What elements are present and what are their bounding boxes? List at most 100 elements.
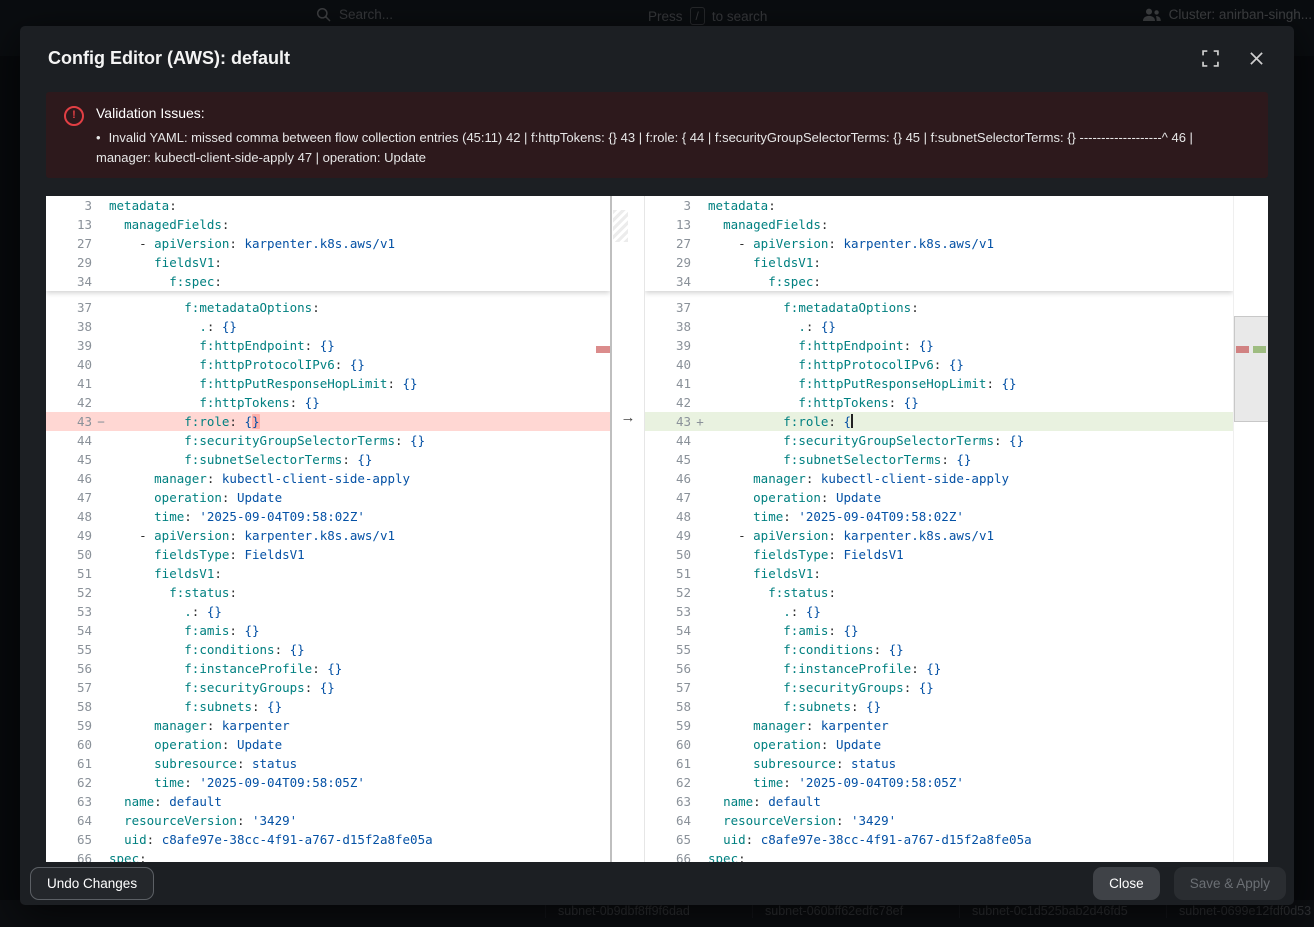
code-line-61[interactable]: 61 subresource: status: [46, 754, 610, 773]
code-line-60[interactable]: 60 operation: Update: [46, 735, 610, 754]
code-line-43[interactable]: 43− f:role: {}: [46, 412, 610, 431]
left-overview-ruler[interactable]: [596, 196, 610, 862]
code-line-66[interactable]: 66spec:: [645, 849, 1233, 862]
code-line-56[interactable]: 56 f:instanceProfile: {}: [645, 659, 1233, 678]
code-line-39[interactable]: 39 f:httpEndpoint: {}: [645, 336, 1233, 355]
close-footer-button[interactable]: Close: [1093, 867, 1160, 900]
line-text: f:securityGroupSelectorTerms: {}: [708, 431, 1233, 450]
line-text: - apiVersion: karpenter.k8s.aws/v1: [109, 526, 610, 545]
code-line-66[interactable]: 66spec:: [46, 849, 610, 862]
code-line-50[interactable]: 50 fieldsType: FieldsV1: [645, 545, 1233, 564]
code-line-58[interactable]: 58 f:subnets: {}: [46, 697, 610, 716]
original-pane[interactable]: 3metadata:13 managedFields:27 - apiVersi…: [46, 196, 610, 862]
code-line-51[interactable]: 51 fieldsV1:: [645, 564, 1233, 583]
line-number: 66: [645, 849, 692, 862]
line-text: f:status:: [109, 583, 610, 602]
save-apply-button[interactable]: Save & Apply: [1174, 867, 1286, 900]
code-line-49[interactable]: 49 - apiVersion: karpenter.k8s.aws/v1: [46, 526, 610, 545]
code-line-29[interactable]: 29 fieldsV1:: [46, 253, 610, 272]
code-line-47[interactable]: 47 operation: Update: [645, 488, 1233, 507]
code-line-53[interactable]: 53 .: {}: [46, 602, 610, 621]
code-line-13[interactable]: 13 managedFields:: [46, 215, 610, 234]
line-number: 42: [46, 393, 93, 412]
line-text: metadata:: [109, 196, 610, 215]
code-line-49[interactable]: 49 - apiVersion: karpenter.k8s.aws/v1: [645, 526, 1233, 545]
code-line-34[interactable]: 34 f:spec:: [46, 272, 610, 291]
expand-button[interactable]: [1200, 48, 1221, 69]
code-line-29[interactable]: 29 fieldsV1:: [645, 253, 1233, 272]
line-number: 41: [645, 374, 692, 393]
code-line-37[interactable]: 37 f:metadataOptions:: [46, 298, 610, 317]
code-line-45[interactable]: 45 f:subnetSelectorTerms: {}: [46, 450, 610, 469]
overview-ruler[interactable]: [1233, 196, 1268, 862]
line-text: - apiVersion: karpenter.k8s.aws/v1: [109, 234, 610, 253]
code-line-48[interactable]: 48 time: '2025-09-04T09:58:02Z': [46, 507, 610, 526]
code-line-63[interactable]: 63 name: default: [46, 792, 610, 811]
code-line-62[interactable]: 62 time: '2025-09-04T09:58:05Z': [46, 773, 610, 792]
code-line-44[interactable]: 44 f:securityGroupSelectorTerms: {}: [46, 431, 610, 450]
code-line-46[interactable]: 46 manager: kubectl-client-side-apply: [46, 469, 610, 488]
code-line-57[interactable]: 57 f:securityGroups: {}: [645, 678, 1233, 697]
close-button[interactable]: [1247, 49, 1266, 68]
code-line-50[interactable]: 50 fieldsType: FieldsV1: [46, 545, 610, 564]
diff-sign: [93, 697, 109, 716]
code-line-54[interactable]: 54 f:amis: {}: [46, 621, 610, 640]
code-line-64[interactable]: 64 resourceVersion: '3429': [46, 811, 610, 830]
code-line-37[interactable]: 37 f:metadataOptions:: [645, 298, 1233, 317]
code-line-38[interactable]: 38 .: {}: [46, 317, 610, 336]
line-number: 45: [645, 450, 692, 469]
diff-sign: [692, 196, 708, 215]
code-line-61[interactable]: 61 subresource: status: [645, 754, 1233, 773]
code-line-42[interactable]: 42 f:httpTokens: {}: [46, 393, 610, 412]
code-line-13[interactable]: 13 managedFields:: [645, 215, 1233, 234]
code-line-41[interactable]: 41 f:httpPutResponseHopLimit: {}: [46, 374, 610, 393]
code-line-45[interactable]: 45 f:subnetSelectorTerms: {}: [645, 450, 1233, 469]
code-line-52[interactable]: 52 f:status:: [46, 583, 610, 602]
code-line-3[interactable]: 3metadata:: [46, 196, 610, 215]
line-text: f:httpProtocolIPv6: {}: [708, 355, 1233, 374]
code-line-60[interactable]: 60 operation: Update: [645, 735, 1233, 754]
code-line-65[interactable]: 65 uid: c8afe97e-38cc-4f91-a767-d15f2a8f…: [46, 830, 610, 849]
code-line-52[interactable]: 52 f:status:: [645, 583, 1233, 602]
code-line-59[interactable]: 59 manager: karpenter: [46, 716, 610, 735]
code-line-39[interactable]: 39 f:httpEndpoint: {}: [46, 336, 610, 355]
code-line-43[interactable]: 43+ f:role: {: [645, 412, 1233, 431]
code-line-46[interactable]: 46 manager: kubectl-client-side-apply: [645, 469, 1233, 488]
code-line-40[interactable]: 40 f:httpProtocolIPv6: {}: [46, 355, 610, 374]
code-line-27[interactable]: 27 - apiVersion: karpenter.k8s.aws/v1: [645, 234, 1233, 253]
code-line-41[interactable]: 41 f:httpPutResponseHopLimit: {}: [645, 374, 1233, 393]
undo-changes-button[interactable]: Undo Changes: [30, 867, 154, 900]
code-line-62[interactable]: 62 time: '2025-09-04T09:58:05Z': [645, 773, 1233, 792]
code-line-64[interactable]: 64 resourceVersion: '3429': [645, 811, 1233, 830]
code-line-57[interactable]: 57 f:securityGroups: {}: [46, 678, 610, 697]
code-line-27[interactable]: 27 - apiVersion: karpenter.k8s.aws/v1: [46, 234, 610, 253]
code-line-59[interactable]: 59 manager: karpenter: [645, 716, 1233, 735]
modified-pane[interactable]: 3metadata:13 managedFields:27 - apiVersi…: [645, 196, 1233, 862]
diff-sign: [93, 602, 109, 621]
code-line-3[interactable]: 3metadata:: [645, 196, 1233, 215]
overview-ruler-slider[interactable]: [1234, 316, 1268, 422]
diff-sign: [93, 792, 109, 811]
code-line-34[interactable]: 34 f:spec:: [645, 272, 1233, 291]
code-line-56[interactable]: 56 f:instanceProfile: {}: [46, 659, 610, 678]
code-line-54[interactable]: 54 f:amis: {}: [645, 621, 1233, 640]
code-line-40[interactable]: 40 f:httpProtocolIPv6: {}: [645, 355, 1233, 374]
code-line-38[interactable]: 38 .: {}: [645, 317, 1233, 336]
code-line-53[interactable]: 53 .: {}: [645, 602, 1233, 621]
code-line-42[interactable]: 42 f:httpTokens: {}: [645, 393, 1233, 412]
code-line-58[interactable]: 58 f:subnets: {}: [645, 697, 1233, 716]
diff-sash[interactable]: [610, 196, 645, 862]
code-line-48[interactable]: 48 time: '2025-09-04T09:58:02Z': [645, 507, 1233, 526]
diff-sign: [93, 659, 109, 678]
line-text: subresource: status: [708, 754, 1233, 773]
code-line-47[interactable]: 47 operation: Update: [46, 488, 610, 507]
code-line-63[interactable]: 63 name: default: [645, 792, 1233, 811]
code-line-51[interactable]: 51 fieldsV1:: [46, 564, 610, 583]
code-line-55[interactable]: 55 f:conditions: {}: [46, 640, 610, 659]
line-number: 40: [645, 355, 692, 374]
code-line-44[interactable]: 44 f:securityGroupSelectorTerms: {}: [645, 431, 1233, 450]
revert-change-button[interactable]: →: [612, 408, 644, 427]
code-line-55[interactable]: 55 f:conditions: {}: [645, 640, 1233, 659]
line-text: f:httpPutResponseHopLimit: {}: [109, 374, 610, 393]
code-line-65[interactable]: 65 uid: c8afe97e-38cc-4f91-a767-d15f2a8f…: [645, 830, 1233, 849]
